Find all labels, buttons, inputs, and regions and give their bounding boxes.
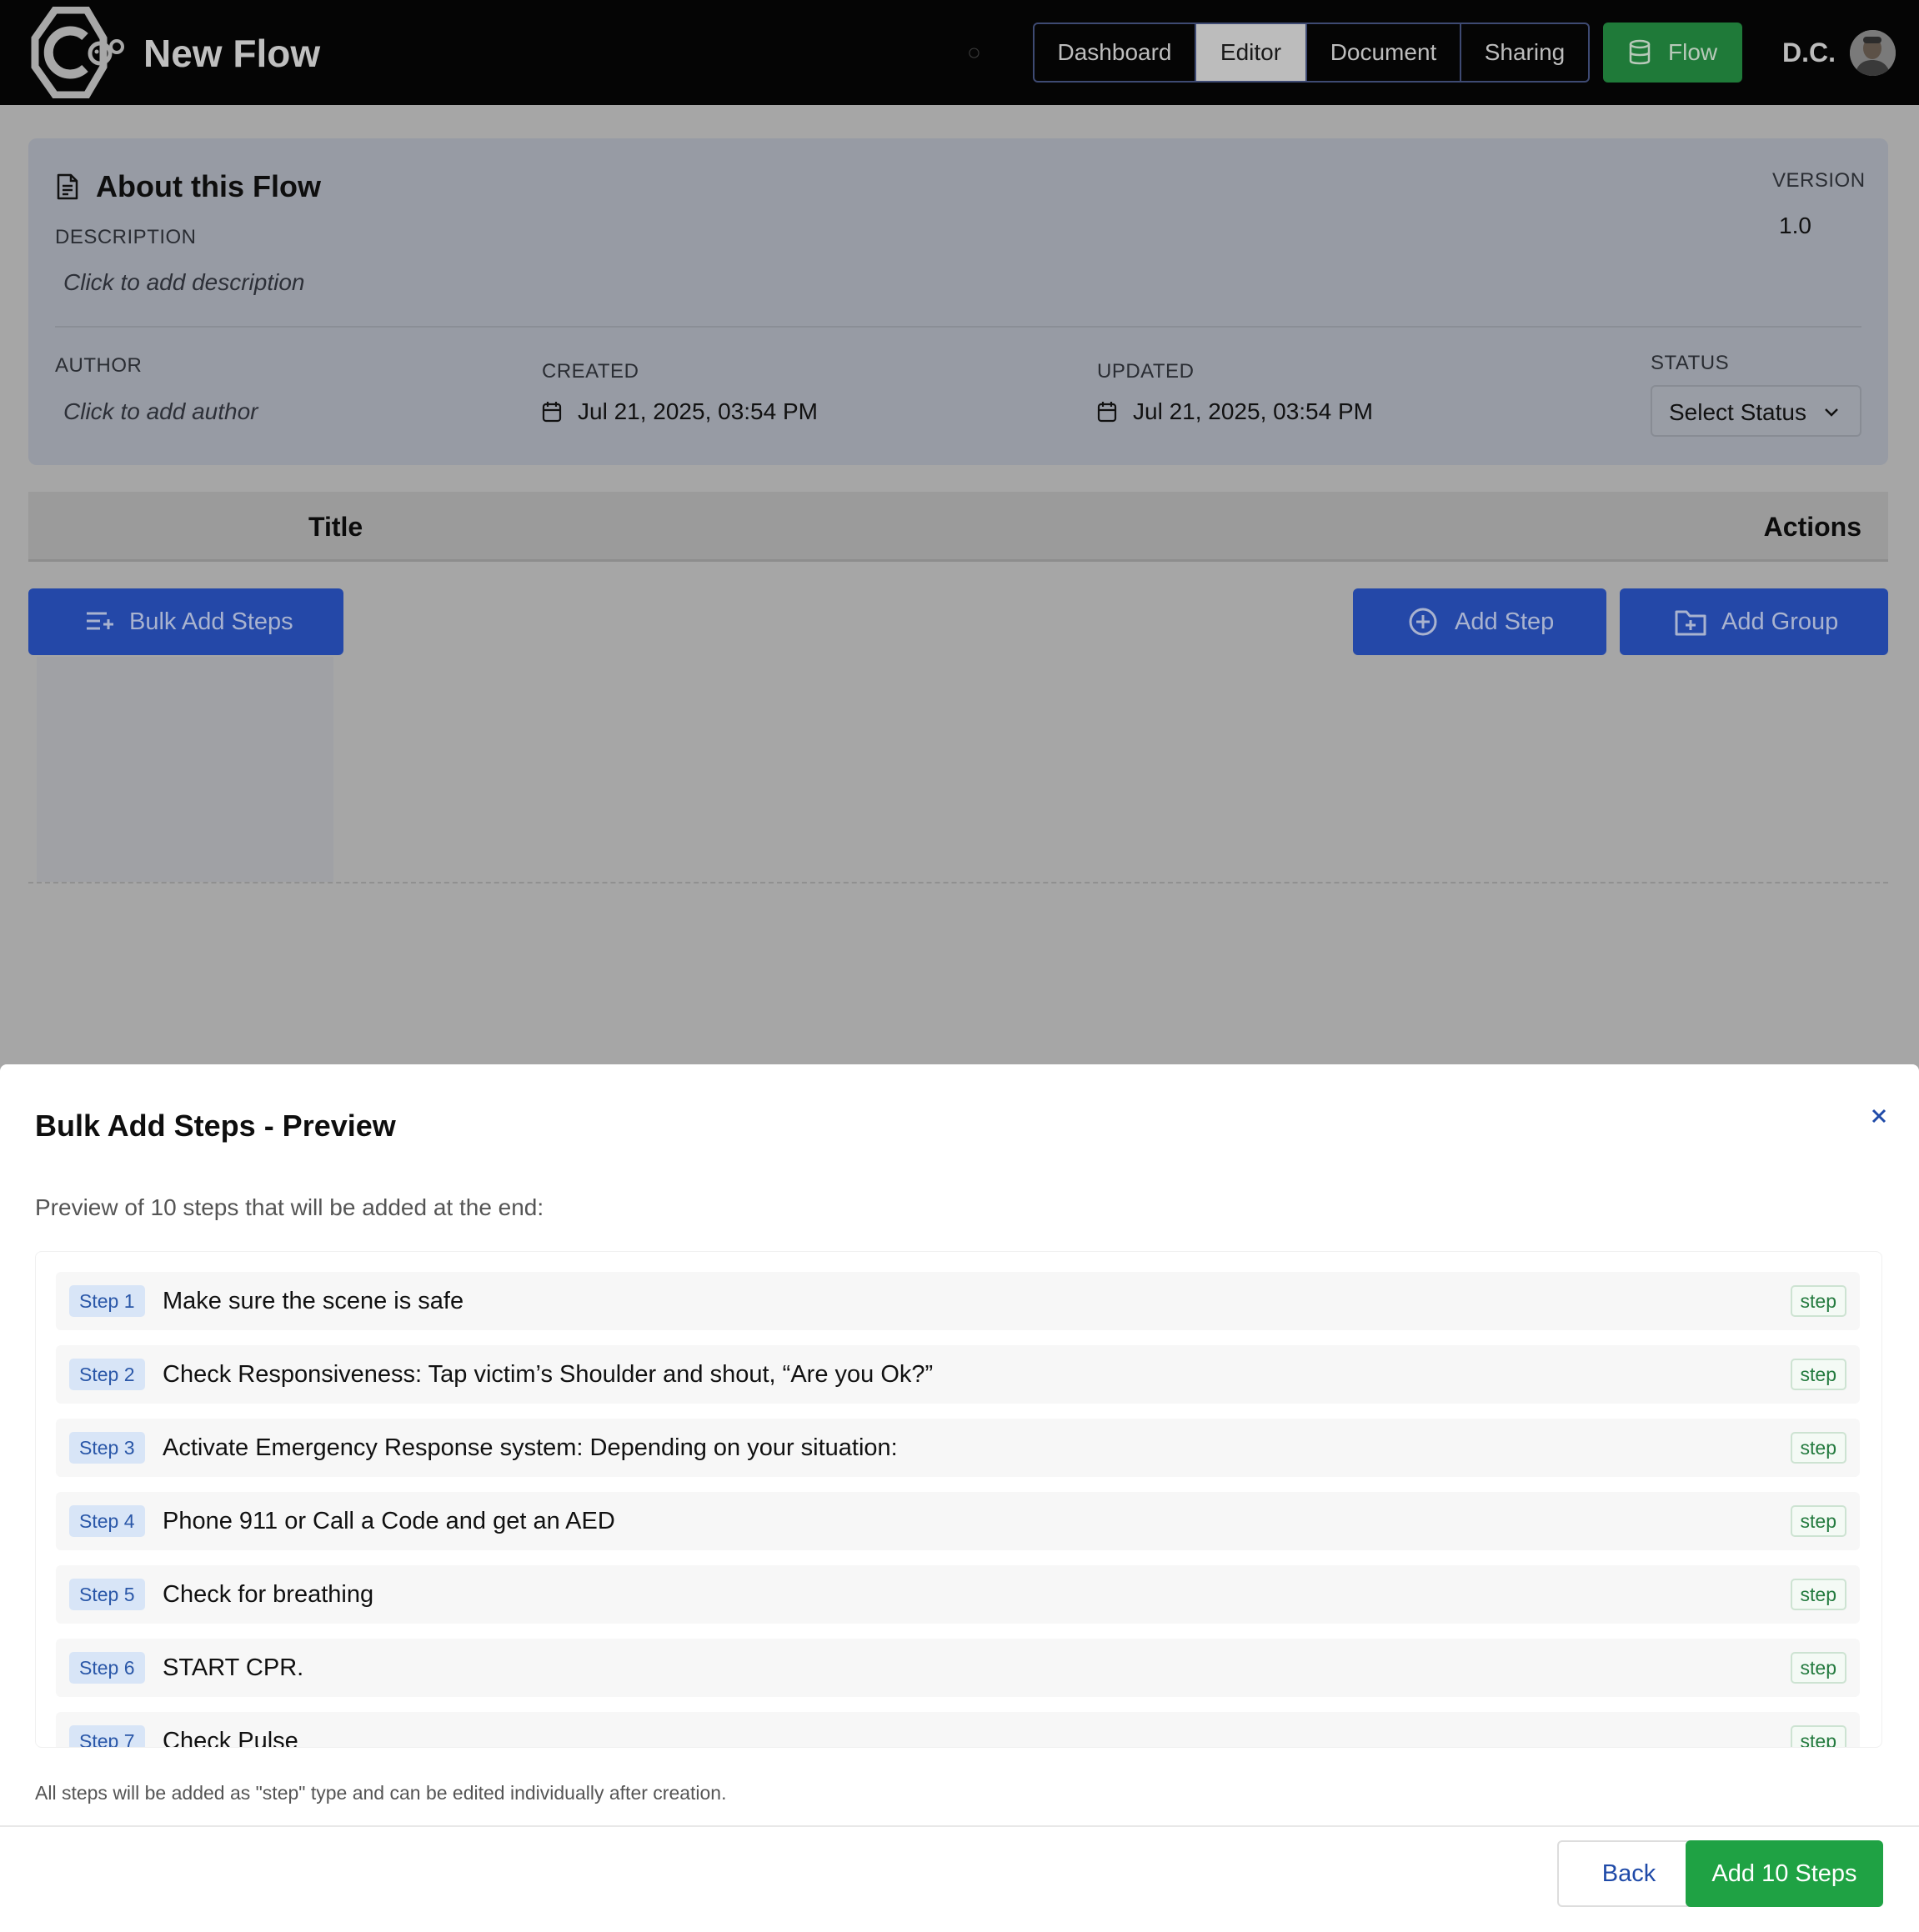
modal-note: All steps will be added as "step" type a… bbox=[35, 1782, 727, 1804]
version-value[interactable]: 1.0 bbox=[1779, 212, 1811, 240]
step-text: Activate Emergency Response system: Depe… bbox=[163, 1434, 898, 1461]
close-icon[interactable] bbox=[1864, 1101, 1894, 1131]
tab-sharing[interactable]: Sharing bbox=[1460, 23, 1590, 83]
created-value: Jul 21, 2025, 03:54 PM bbox=[578, 398, 818, 424]
document-icon bbox=[57, 173, 78, 200]
step-type-tag: step bbox=[1790, 1725, 1846, 1747]
list-item: Step 7 Check Pulse step bbox=[56, 1712, 1860, 1748]
bulk-add-preview-modal: Bulk Add Steps - Preview Preview of 10 s… bbox=[0, 1064, 1919, 1932]
about-flow-card: About this Flow DESCRIPTION Click to add… bbox=[28, 138, 1888, 465]
table-header: Title Actions bbox=[28, 492, 1888, 562]
modal-footer-divider bbox=[0, 1825, 1919, 1827]
status-select[interactable]: Select Status bbox=[1651, 385, 1861, 437]
step-type-tag: step bbox=[1790, 1432, 1846, 1464]
add-group-label: Add Group bbox=[1721, 608, 1839, 635]
modal-title: Bulk Add Steps - Preview bbox=[35, 1109, 396, 1143]
top-nav: New Flow ○ Dashboard Editor Document Sha… bbox=[0, 0, 1919, 105]
tab-document[interactable]: Document bbox=[1305, 23, 1461, 83]
step-type-tag: step bbox=[1790, 1359, 1846, 1390]
add-step-button[interactable]: Add Step bbox=[1353, 588, 1606, 655]
step-text: Check for breathing bbox=[163, 1581, 374, 1608]
user-avatar-icon bbox=[1850, 30, 1896, 76]
app-title: New Flow bbox=[143, 32, 321, 75]
plus-circle-icon bbox=[1409, 608, 1437, 636]
updated-label: UPDATED bbox=[1097, 360, 1195, 383]
folder-plus-icon bbox=[1675, 610, 1706, 636]
column-header-title: Title bbox=[308, 512, 363, 542]
created-label: CREATED bbox=[542, 360, 639, 383]
user-initials[interactable]: D.C. bbox=[1782, 30, 1836, 75]
description-label: DESCRIPTION bbox=[55, 226, 197, 248]
back-button[interactable]: Back bbox=[1557, 1840, 1701, 1907]
list-add-icon bbox=[87, 612, 113, 630]
tab-editor[interactable]: Editor bbox=[1195, 23, 1307, 83]
add-step-label: Add Step bbox=[1455, 608, 1555, 635]
step-text: Check Responsiveness: Tap victim’s Shoul… bbox=[163, 1361, 934, 1388]
list-item: Step 6 START CPR. step bbox=[56, 1639, 1860, 1697]
step-text: Phone 911 or Call a Code and get an AED bbox=[163, 1508, 615, 1534]
status-label: STATUS bbox=[1651, 352, 1730, 374]
flow-button[interactable]: Flow bbox=[1603, 23, 1742, 83]
author-field[interactable]: Click to add author bbox=[63, 398, 258, 426]
column-header-actions: Actions bbox=[1763, 512, 1861, 542]
step-text: Check Pulse bbox=[163, 1728, 298, 1748]
step-preview-list[interactable]: Step 1 Make sure the scene is safe step … bbox=[35, 1251, 1882, 1748]
add-group-button[interactable]: Add Group bbox=[1620, 588, 1888, 655]
ghost-icon: ○ bbox=[967, 39, 981, 65]
description-field[interactable]: Click to add description bbox=[63, 268, 304, 297]
about-title: About this Flow bbox=[96, 169, 321, 203]
avatar[interactable] bbox=[1850, 30, 1896, 76]
step-text: START CPR. bbox=[163, 1654, 304, 1681]
chevron-down-icon bbox=[1825, 408, 1838, 417]
step-type-tag: step bbox=[1790, 1285, 1846, 1317]
loading-placeholder bbox=[37, 657, 333, 882]
step-type-tag: step bbox=[1790, 1505, 1846, 1537]
step-badge: Step 5 bbox=[69, 1579, 145, 1610]
calendar-icon bbox=[542, 402, 562, 423]
flow-button-label: Flow bbox=[1668, 39, 1718, 65]
step-badge: Step 1 bbox=[69, 1285, 145, 1317]
bulk-add-steps-label: Bulk Add Steps bbox=[129, 608, 293, 635]
add-steps-confirm-button[interactable]: Add 10 Steps bbox=[1686, 1840, 1883, 1907]
step-badge: Step 2 bbox=[69, 1359, 145, 1390]
list-item: Step 1 Make sure the scene is safe step bbox=[56, 1272, 1860, 1330]
list-item: Step 3 Activate Emergency Response syste… bbox=[56, 1419, 1860, 1477]
drop-zone-divider bbox=[28, 882, 1888, 883]
step-badge: Step 3 bbox=[69, 1432, 145, 1464]
app-logo-icon[interactable] bbox=[23, 7, 127, 98]
author-label: AUTHOR bbox=[55, 354, 143, 377]
step-badge: Step 6 bbox=[69, 1652, 145, 1684]
bulk-add-steps-button[interactable]: Bulk Add Steps bbox=[28, 588, 343, 655]
step-type-tag: step bbox=[1790, 1652, 1846, 1684]
list-item: Step 4 Phone 911 or Call a Code and get … bbox=[56, 1492, 1860, 1550]
updated-value: Jul 21, 2025, 03:54 PM bbox=[1133, 398, 1373, 424]
divider bbox=[55, 326, 1861, 328]
step-badge: Step 7 bbox=[69, 1725, 145, 1747]
step-badge: Step 4 bbox=[69, 1505, 145, 1537]
step-type-tag: step bbox=[1790, 1579, 1846, 1610]
modal-subtitle: Preview of 10 steps that will be added a… bbox=[35, 1194, 544, 1220]
tab-dashboard[interactable]: Dashboard bbox=[1033, 23, 1196, 83]
list-item: Step 5 Check for breathing step bbox=[56, 1565, 1860, 1624]
step-text: Make sure the scene is safe bbox=[163, 1288, 464, 1314]
status-select-value: Select Status bbox=[1669, 399, 1806, 425]
version-label: VERSION bbox=[1772, 169, 1866, 192]
database-icon bbox=[1629, 39, 1651, 65]
list-item: Step 2 Check Responsiveness: Tap victim’… bbox=[56, 1345, 1860, 1404]
calendar-icon bbox=[1097, 402, 1117, 423]
